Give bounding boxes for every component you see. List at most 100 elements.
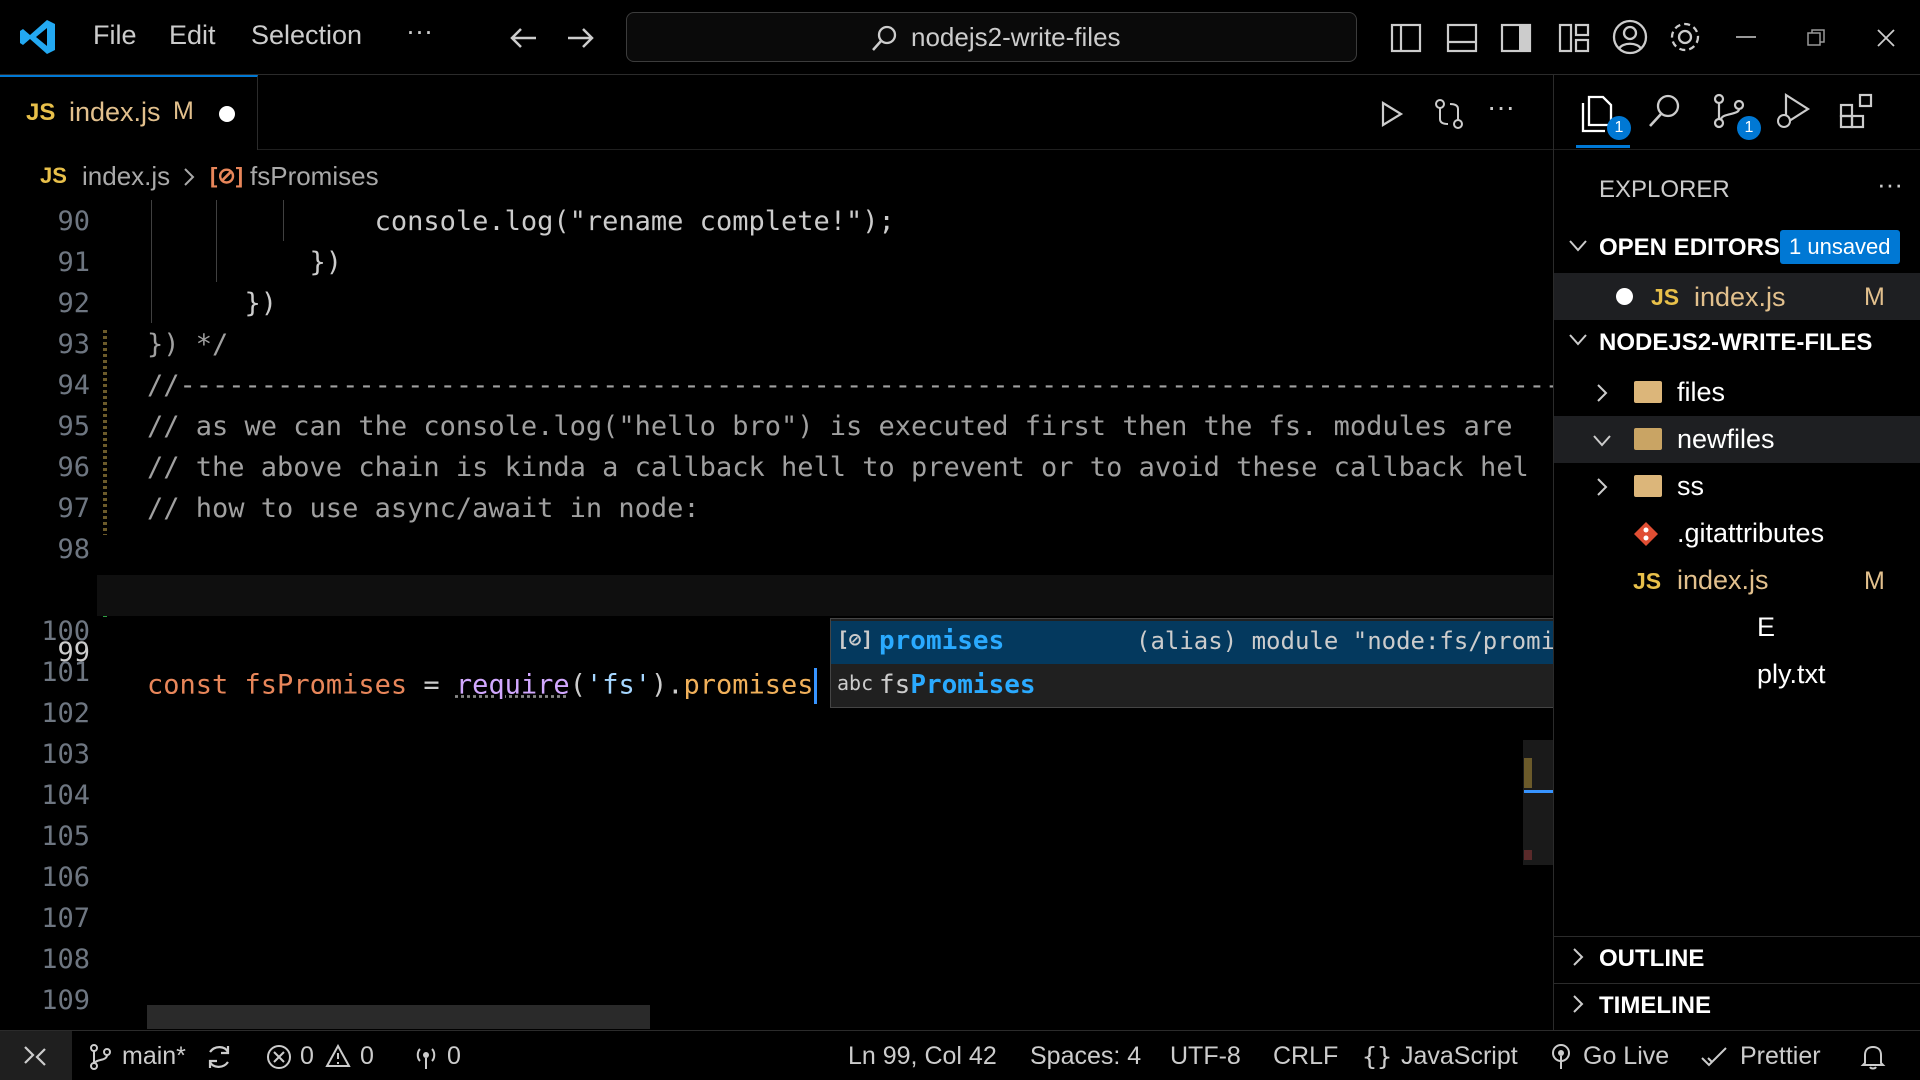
explorer-sidebar: 1 1 EXPLORER ··· OPEN EDITORS 1 unsaved … (1553, 75, 1920, 1030)
menu-edit[interactable]: Edit (169, 20, 216, 51)
chevron-right-icon[interactable] (1572, 994, 1584, 1014)
breadcrumb: JS index.js [⊘] fsPromises (0, 150, 1553, 200)
breadcrumb-symbol[interactable]: fsPromises (250, 161, 379, 192)
tree-item-label: .gitattributes (1677, 518, 1824, 549)
explorer-more-icon[interactable]: ··· (1877, 169, 1903, 200)
code-line: // the above chain is kinda a callback h… (147, 452, 1529, 483)
tree-item-label: ss (1677, 471, 1704, 502)
open-changes-icon[interactable] (1432, 97, 1466, 131)
go-live-button[interactable]: Go Live (1583, 1042, 1669, 1071)
line-number: 109 (0, 985, 90, 1016)
error-icon[interactable] (266, 1044, 292, 1070)
chevron-right-icon (1596, 477, 1608, 497)
tree-item-label: newfiles (1677, 424, 1775, 455)
search-view-icon[interactable] (1644, 91, 1684, 131)
code-line: }) (147, 247, 342, 278)
chevron-down-icon (1592, 434, 1612, 448)
menu-selection[interactable]: Selection (251, 20, 362, 51)
account-icon[interactable] (1611, 18, 1649, 56)
warning-count[interactable]: 0 (360, 1042, 374, 1071)
line-number: 92 (0, 288, 90, 319)
run-file-icon[interactable] (1376, 99, 1406, 129)
folder-icon (1634, 381, 1662, 403)
indentation[interactable]: Spaces: 4 (1030, 1042, 1141, 1071)
back-arrow-icon[interactable] (508, 22, 540, 54)
sync-icon[interactable] (205, 1044, 233, 1070)
tree-item-license[interactable]: E (1554, 604, 1920, 651)
cursor-position[interactable]: Ln 99, Col 42 (848, 1042, 997, 1071)
project-folder-header[interactable]: NODEJS2-WRITE-FILES (1599, 329, 1872, 357)
outline-header[interactable]: OUTLINE (1599, 945, 1704, 973)
customize-layout-icon[interactable] (1558, 22, 1590, 54)
remote-icon (22, 1044, 48, 1068)
chevron-down-icon[interactable] (1568, 239, 1588, 253)
tree-item-reply-txt[interactable]: ply.txt (1554, 651, 1920, 698)
modified-status: M (1864, 567, 1885, 596)
tree-item-newfiles[interactable]: newfiles (1554, 416, 1920, 463)
js-file-icon: JS (40, 163, 67, 189)
folder-open-icon (1634, 428, 1662, 450)
source-control-badge: 1 (1737, 116, 1761, 140)
horizontal-scrollbar[interactable] (147, 1005, 650, 1029)
suggest-label: fsPromises (879, 670, 1036, 700)
line-number: 90 (0, 206, 90, 237)
warning-icon[interactable] (325, 1044, 351, 1068)
toggle-secondary-sidebar-icon[interactable] (1500, 22, 1532, 54)
breadcrumb-file[interactable]: index.js (82, 161, 170, 192)
current-line-highlight (97, 575, 1553, 616)
notifications-bell-icon[interactable] (1860, 1043, 1886, 1071)
command-center-search[interactable]: nodejs2-write-files (626, 12, 1357, 62)
search-label: nodejs2-write-files (911, 22, 1121, 53)
tab-label: index.js (69, 97, 161, 128)
tree-item-ss[interactable]: ss (1554, 463, 1920, 510)
tree-item-index-js[interactable]: JS index.js M (1554, 557, 1920, 604)
prettier-check-icon (1700, 1045, 1728, 1069)
open-editor-index-js[interactable]: JS index.js M (1554, 273, 1920, 320)
editor-more-actions-icon[interactable]: ··· (1487, 91, 1515, 123)
chevron-right-icon (1596, 383, 1608, 403)
code-editor[interactable]: 90 console.log("rename complete!"); 91 }… (0, 200, 1553, 1030)
chevron-right-icon (182, 166, 196, 188)
folder-icon (1634, 475, 1662, 497)
code-line: console.log("rename complete!"); (147, 206, 895, 237)
tree-item-files[interactable]: files (1554, 369, 1920, 416)
tab-index-js[interactable]: JS index.js M (0, 75, 258, 150)
ports-broadcast-icon[interactable] (412, 1043, 440, 1071)
toggle-panel-icon[interactable] (1446, 22, 1478, 54)
toggle-primary-sidebar-icon[interactable] (1390, 22, 1422, 54)
remote-indicator[interactable] (0, 1031, 72, 1080)
git-branch[interactable]: main* (122, 1042, 186, 1071)
active-view-indicator (1576, 145, 1630, 148)
search-icon (869, 24, 899, 54)
line-number: 103 (0, 739, 90, 770)
tree-item-gitattributes[interactable]: .gitattributes (1554, 510, 1920, 557)
ports-count[interactable]: 0 (447, 1042, 461, 1071)
menu-file[interactable]: File (93, 20, 137, 51)
open-editors-header[interactable]: OPEN EDITORS (1599, 234, 1780, 262)
chevron-down-icon[interactable] (1568, 333, 1588, 347)
unsaved-dot-icon[interactable] (1616, 288, 1633, 305)
end-of-line[interactable]: CRLF (1273, 1042, 1338, 1071)
forward-arrow-icon[interactable] (564, 22, 596, 54)
tree-item-label: files (1677, 377, 1725, 408)
prettier-status[interactable]: Prettier (1740, 1042, 1821, 1071)
code-line: // as we can the console.log("hello bro"… (147, 411, 1512, 442)
menu-more-icon[interactable]: ··· (406, 16, 433, 47)
language-mode[interactable]: JavaScript (1401, 1042, 1518, 1071)
braces-icon: {} (1362, 1042, 1392, 1071)
js-file-icon: JS (1633, 568, 1661, 595)
unsaved-dot-icon[interactable] (219, 106, 235, 122)
settings-gear-icon[interactable] (1666, 18, 1704, 56)
minimize-icon[interactable] (1736, 36, 1756, 40)
run-debug-icon[interactable] (1774, 91, 1814, 131)
encoding[interactable]: UTF-8 (1170, 1042, 1241, 1071)
chevron-right-icon[interactable] (1572, 947, 1584, 967)
timeline-header[interactable]: TIMELINE (1599, 992, 1711, 1020)
close-window-icon[interactable] (1876, 28, 1896, 48)
restore-icon[interactable] (1806, 28, 1826, 48)
line-number: 102 (0, 698, 90, 729)
error-count[interactable]: 0 (300, 1042, 314, 1071)
extensions-icon[interactable] (1837, 91, 1877, 131)
tree-item-label: index.js (1677, 565, 1769, 596)
divider (1554, 983, 1920, 984)
